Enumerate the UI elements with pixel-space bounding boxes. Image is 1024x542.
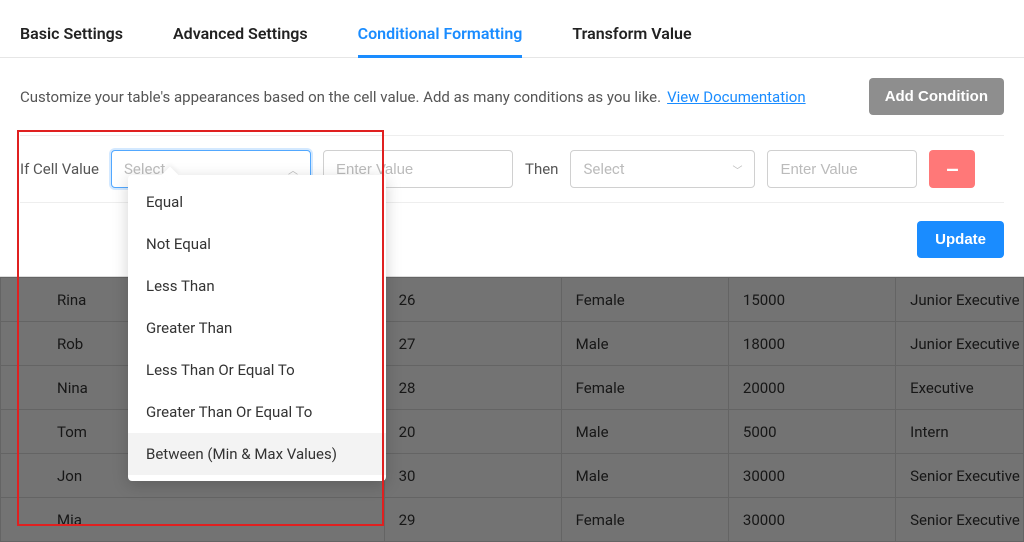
table-cell: 30: [384, 454, 561, 498]
table-cell: Male: [561, 322, 728, 366]
dropdown-option[interactable]: Less Than: [128, 265, 386, 307]
dropdown-option[interactable]: Greater Than: [128, 307, 386, 349]
table-cell: Executive: [896, 366, 1024, 410]
table-cell: 29: [384, 498, 561, 542]
table-cell: Intern: [896, 410, 1024, 454]
dropdown-option[interactable]: Greater Than Or Equal To: [128, 391, 386, 433]
tab-transform-value[interactable]: Transform Value: [572, 24, 691, 57]
table-cell: 15000: [728, 278, 895, 322]
tab-conditional-formatting[interactable]: Conditional Formatting: [358, 24, 523, 57]
dropdown-option[interactable]: Not Equal: [128, 223, 386, 265]
table-cell: 27: [384, 322, 561, 366]
table-cell: Female: [561, 366, 728, 410]
update-button[interactable]: Update: [917, 221, 1004, 258]
table-cell: Male: [561, 454, 728, 498]
table-cell: 18000: [728, 322, 895, 366]
operator-dropdown: EqualNot EqualLess ThanGreater ThanLess …: [128, 175, 386, 481]
table-cell: 30000: [728, 498, 895, 542]
dropdown-option[interactable]: Equal: [128, 181, 386, 223]
then-label: Then: [525, 160, 558, 178]
table-cell: Junior Executive: [896, 322, 1024, 366]
action-select[interactable]: Select ﹀: [570, 150, 755, 188]
intro-text: Customize your table's appearances based…: [20, 88, 661, 106]
add-condition-button[interactable]: Add Condition: [869, 78, 1004, 115]
table-cell: Senior Executive: [896, 454, 1024, 498]
dropdown-option[interactable]: Less Than Or Equal To: [128, 349, 386, 391]
action-value-input[interactable]: [767, 150, 917, 188]
table-cell: 20000: [728, 366, 895, 410]
dropdown-option[interactable]: Between (Min & Max Values): [128, 433, 386, 475]
intro-row: Customize your table's appearances based…: [0, 58, 1024, 135]
table-cell: 30000: [728, 454, 895, 498]
table-cell: 20: [384, 410, 561, 454]
table-cell: Junior Executive: [896, 278, 1024, 322]
table-cell: 28: [384, 366, 561, 410]
chevron-down-icon: ﹀: [732, 162, 742, 177]
table-cell: 5000: [728, 410, 895, 454]
table-cell: 26: [384, 278, 561, 322]
remove-condition-button[interactable]: –: [929, 150, 975, 188]
if-label: If Cell Value: [20, 160, 99, 178]
view-documentation-link[interactable]: View Documentation: [667, 88, 806, 106]
table-cell: Male: [561, 410, 728, 454]
table-cell: Senior Executive: [896, 498, 1024, 542]
table-cell: Mia: [1, 498, 385, 542]
tab-basic-settings[interactable]: Basic Settings: [20, 24, 123, 57]
tab-advanced-settings[interactable]: Advanced Settings: [173, 24, 308, 57]
tabs-bar: Basic Settings Advanced Settings Conditi…: [0, 0, 1024, 58]
table-row: Mia29Female30000Senior Executive: [1, 498, 1024, 542]
table-cell: Female: [561, 278, 728, 322]
action-placeholder: Select: [583, 160, 624, 178]
table-cell: Female: [561, 498, 728, 542]
